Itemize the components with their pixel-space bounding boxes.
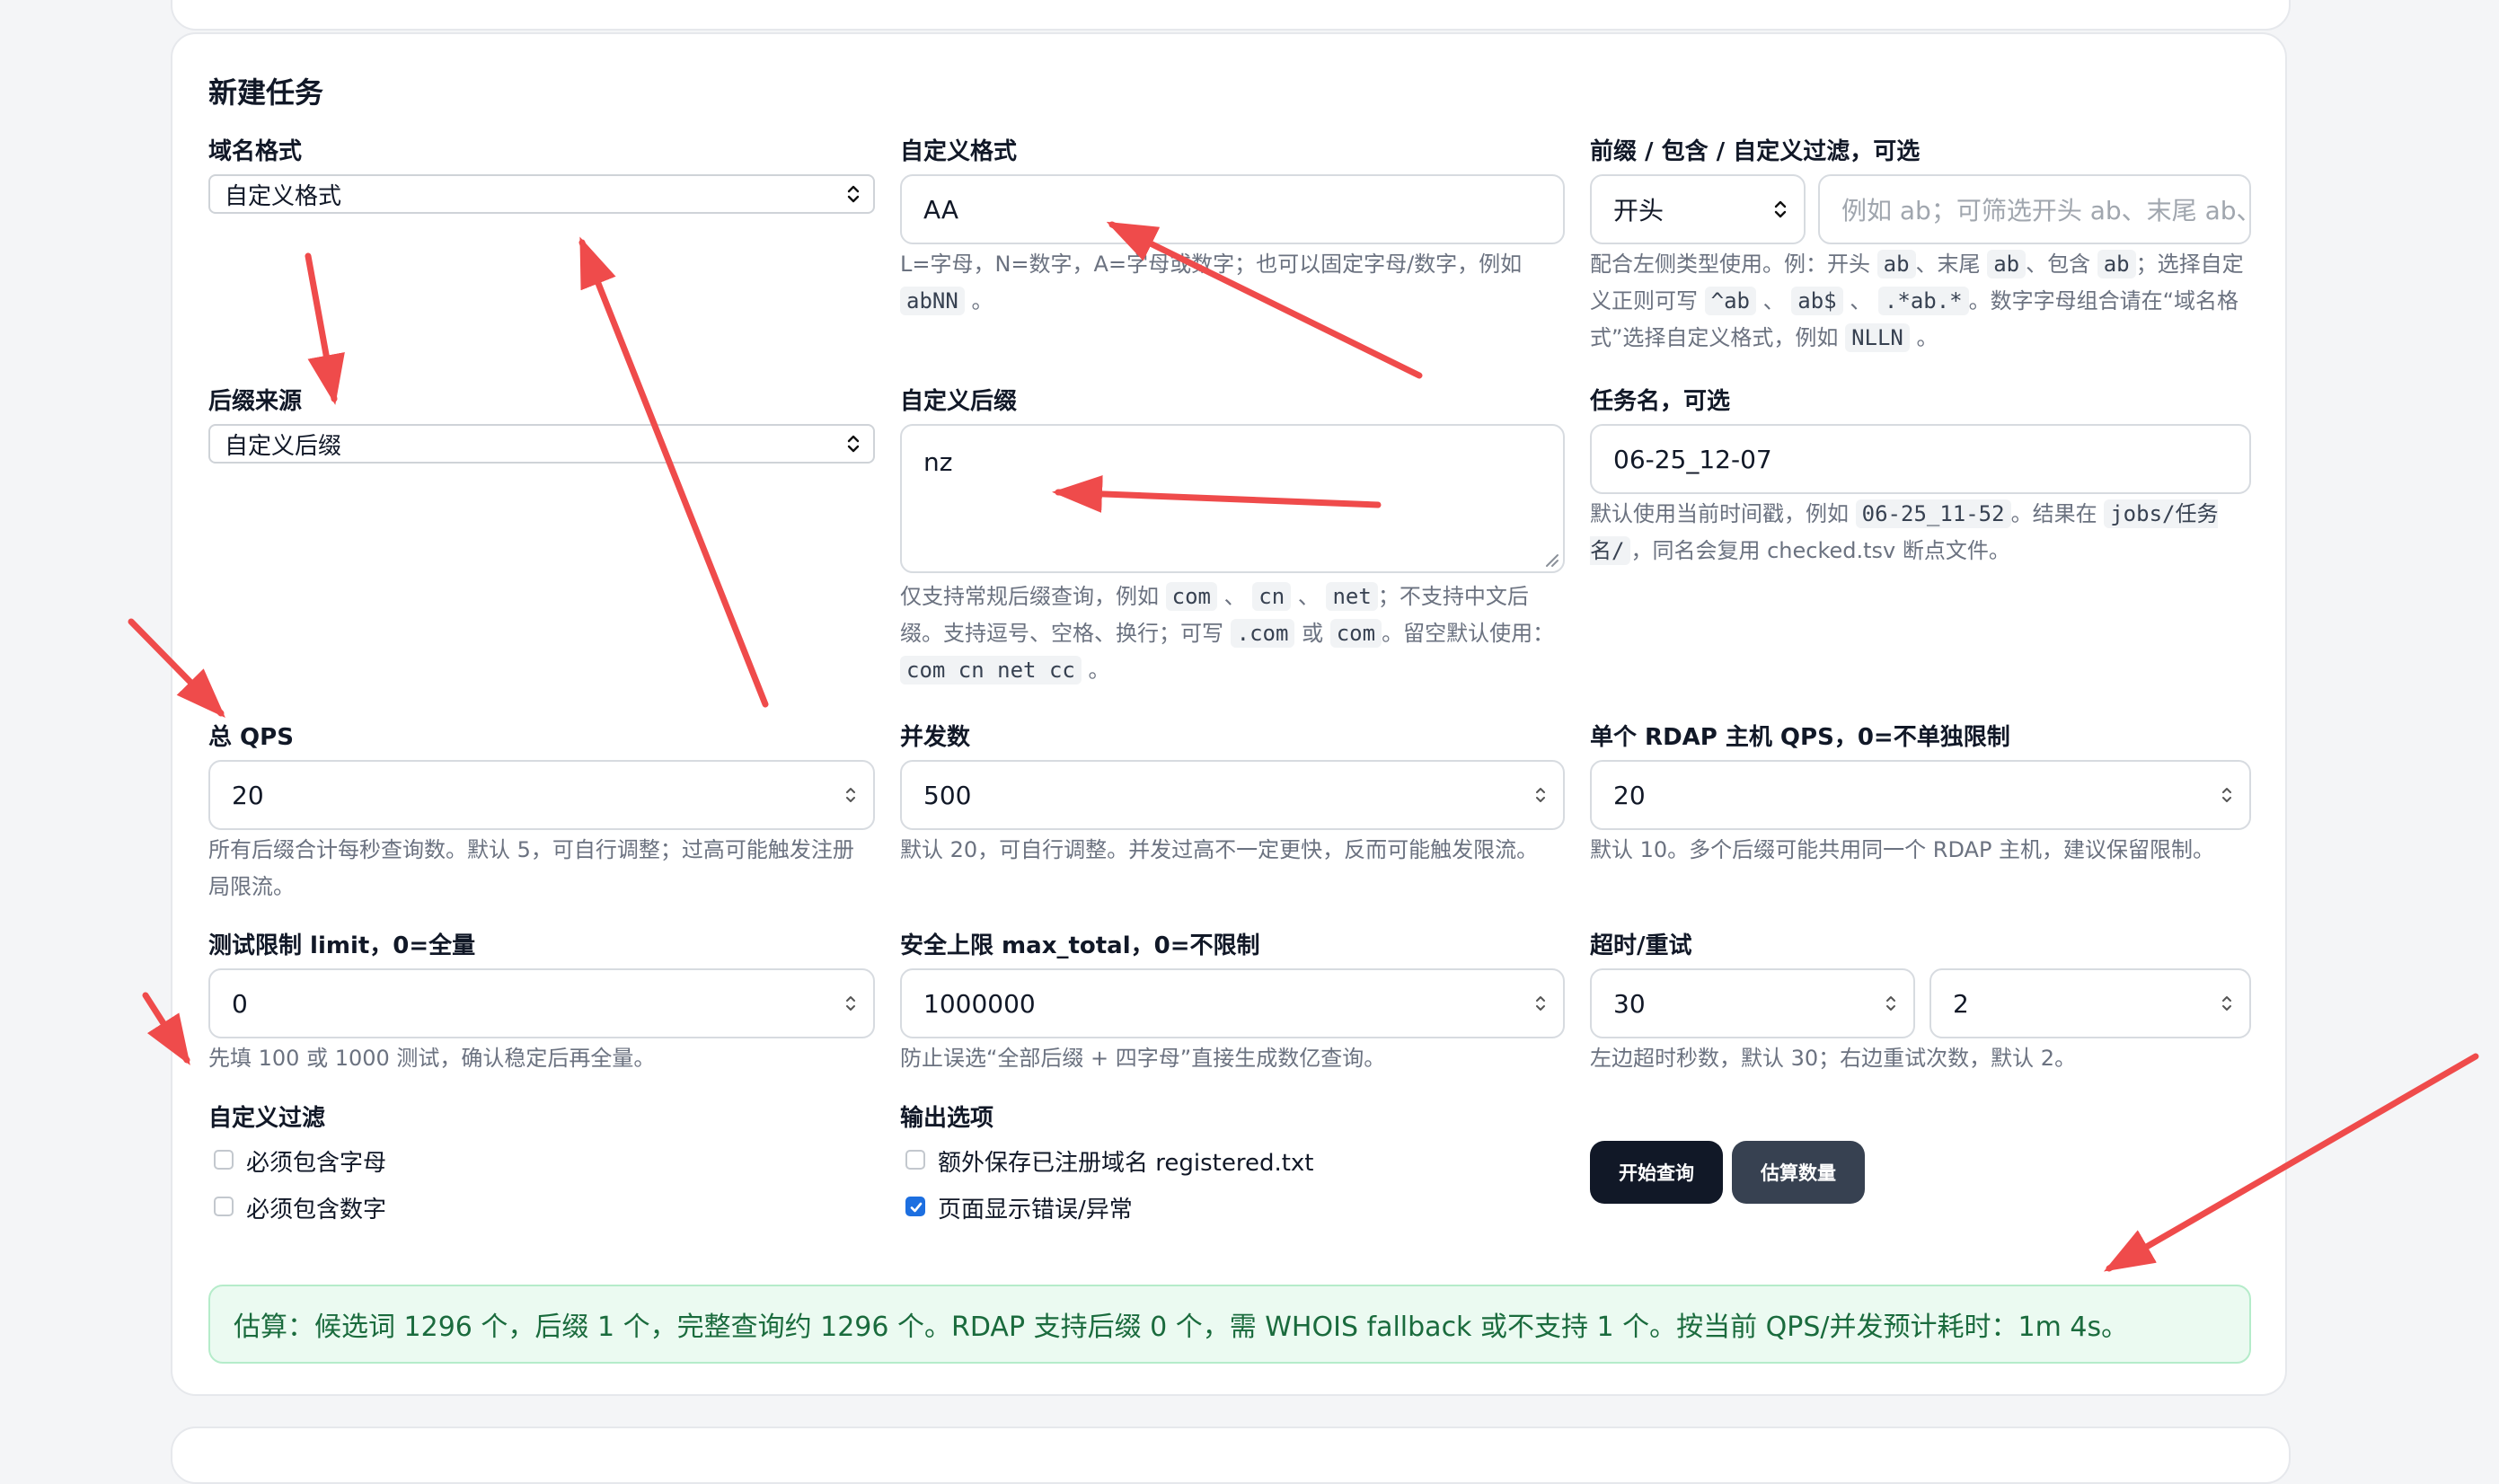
show-errors-label[interactable]: 页面显示错误/异常 <box>938 1191 1133 1224</box>
test-limit-value: 0 <box>232 988 248 1019</box>
custom-format-input[interactable]: AA <box>900 174 1565 244</box>
timeout-retry-help: 左边超时秒数，默认 30；右边重试次数，默认 2。 <box>1590 1046 2077 1071</box>
total-qps-help: 所有后缀合计每秒查询数。默认 5，可自行调整；过高可能触发注册局限流。 <box>208 837 854 899</box>
section-title: 新建任务 <box>208 75 324 110</box>
task-name-input[interactable]: 06-25_12-07 <box>1590 424 2251 494</box>
custom-suffix-label: 自定义后缀 <box>900 388 1018 415</box>
timeout-value: 30 <box>1613 988 1646 1019</box>
must-digit-checkbox[interactable] <box>214 1197 234 1216</box>
domain-format-label: 域名格式 <box>208 138 303 165</box>
retry-input[interactable]: 2 <box>1929 968 2251 1038</box>
task-name-help: 默认使用当前时间戳，例如 06-25_11-52 。结果在 jobs/任务名/，同… <box>1590 499 2219 565</box>
custom-suffix-textarea[interactable]: nz <box>900 424 1565 573</box>
concurrency-help: 默认 20，可自行调整。并发过高不一定更快，反而可能触发限流。 <box>900 837 1539 862</box>
domain-format-value: 自定义格式 <box>225 182 342 210</box>
prefix-filter-placeholder: 例如 ab；可筛选开头 ab、末尾 ab、包含 ab <box>1841 196 2249 225</box>
prefix-filter-help: 配合左侧类型使用。例：开头 ab 、末尾 ab 、包含 ab ；选择自定义正则可写 ^… <box>1590 250 2244 352</box>
rdap-qps-help: 默认 10。多个后缀可能共用同一个 RDAP 主机，建议保留限制。 <box>1590 837 2215 862</box>
estimate-result-banner: 估算：候选词 1296 个，后缀 1 个，完整查询约 1296 个。RDAP 支… <box>208 1285 2251 1364</box>
spinner-arrows-icon[interactable] <box>1534 993 1547 1014</box>
spinner-arrows-icon[interactable] <box>844 784 857 806</box>
custom-format-help: L=字母，N=数字，A=字母或数字；也可以固定字母/数字，例如 abNN 。 <box>900 252 1523 315</box>
suffix-source-select[interactable]: 自定义后缀 <box>208 424 875 464</box>
total-qps-value: 20 <box>232 780 264 810</box>
next-card <box>171 1427 2291 1484</box>
retry-value: 2 <box>1953 988 1969 1019</box>
custom-suffix-help: 仅支持常规后缀查询，例如 com 、 cn 、 net ；不支持中文后缀。支持逗号… <box>900 582 1555 685</box>
test-limit-label: 测试限制 limit，0=全量 <box>208 932 476 959</box>
spinner-arrows-icon[interactable] <box>1885 993 1897 1014</box>
custom-format-value: AA <box>923 194 959 225</box>
must-letter-label[interactable]: 必须包含字母 <box>246 1144 386 1178</box>
rdap-qps-input[interactable]: 20 <box>1590 760 2251 830</box>
test-limit-input[interactable]: 0 <box>208 968 875 1038</box>
suffix-source-label: 后缀来源 <box>208 388 303 415</box>
spinner-arrows-icon[interactable] <box>844 993 857 1014</box>
concurrency-input[interactable]: 500 <box>900 760 1565 830</box>
custom-format-label: 自定义格式 <box>900 138 1018 165</box>
total-qps-input[interactable]: 20 <box>208 760 875 830</box>
must-digit-label[interactable]: 必须包含数字 <box>246 1191 386 1224</box>
custom-suffix-value: nz <box>923 447 953 477</box>
timeout-retry-label: 超时/重试 <box>1590 932 1692 959</box>
start-query-button[interactable]: 开始查询 <box>1590 1141 1723 1204</box>
new-task-card: 新建任务 域名格式 自定义格式 自定义格式 AA L=字母，N=数字，A=字母或… <box>171 32 2287 1396</box>
rdap-qps-label: 单个 RDAP 主机 QPS，0=不单独限制 <box>1590 724 2010 751</box>
show-errors-checkbox[interactable] <box>905 1197 925 1216</box>
spinner-arrows-icon[interactable] <box>2221 784 2233 806</box>
domain-format-select[interactable]: 自定义格式 <box>208 174 875 214</box>
prefix-mode-select[interactable]: 开头 <box>1590 174 1806 244</box>
total-qps-label: 总 QPS <box>208 724 294 751</box>
rdap-qps-value: 20 <box>1613 780 1646 810</box>
chevron-up-down-icon <box>847 435 860 453</box>
max-total-help: 防止误选“全部后缀 + 四字母”直接生成数亿查询。 <box>900 1046 1386 1071</box>
prefix-filter-input[interactable]: 例如 ab；可筛选开头 ab、末尾 ab、包含 ab <box>1818 174 2251 244</box>
spinner-arrows-icon[interactable] <box>2221 993 2233 1014</box>
estimate-count-button[interactable]: 估算数量 <box>1732 1141 1865 1204</box>
output-options-label: 输出选项 <box>900 1105 994 1132</box>
estimate-result-text: 估算：候选词 1296 个，后缀 1 个，完整查询约 1296 个。RDAP 支… <box>234 1312 2129 1343</box>
prefix-mode-value: 开头 <box>1613 196 1665 225</box>
save-registered-checkbox[interactable] <box>905 1150 925 1170</box>
concurrency-value: 500 <box>923 780 972 810</box>
task-name-value: 06-25_12-07 <box>1613 444 1772 474</box>
must-letter-checkbox[interactable] <box>214 1150 234 1170</box>
previous-card <box>171 0 2291 31</box>
checkmark-icon <box>910 1202 923 1213</box>
test-limit-help: 先填 100 或 1000 测试，确认稳定后再全量。 <box>208 1046 656 1071</box>
suffix-source-value: 自定义后缀 <box>225 432 342 460</box>
task-name-label: 任务名，可选 <box>1590 388 1731 415</box>
spinner-arrows-icon[interactable] <box>1534 784 1547 806</box>
chevron-up-down-icon <box>1774 200 1787 218</box>
timeout-input[interactable]: 30 <box>1590 968 1915 1038</box>
custom-filter-label: 自定义过滤 <box>208 1105 326 1132</box>
chevron-up-down-icon <box>847 185 860 203</box>
concurrency-label: 并发数 <box>900 724 971 751</box>
resize-handle-icon[interactable] <box>1543 552 1559 568</box>
max-total-input[interactable]: 1000000 <box>900 968 1565 1038</box>
max-total-value: 1000000 <box>923 988 1036 1019</box>
save-registered-label[interactable]: 额外保存已注册域名 registered.txt <box>938 1144 1314 1178</box>
prefix-filter-label: 前缀 / 包含 / 自定义过滤，可选 <box>1590 138 1921 165</box>
max-total-label: 安全上限 max_total，0=不限制 <box>900 932 1260 959</box>
